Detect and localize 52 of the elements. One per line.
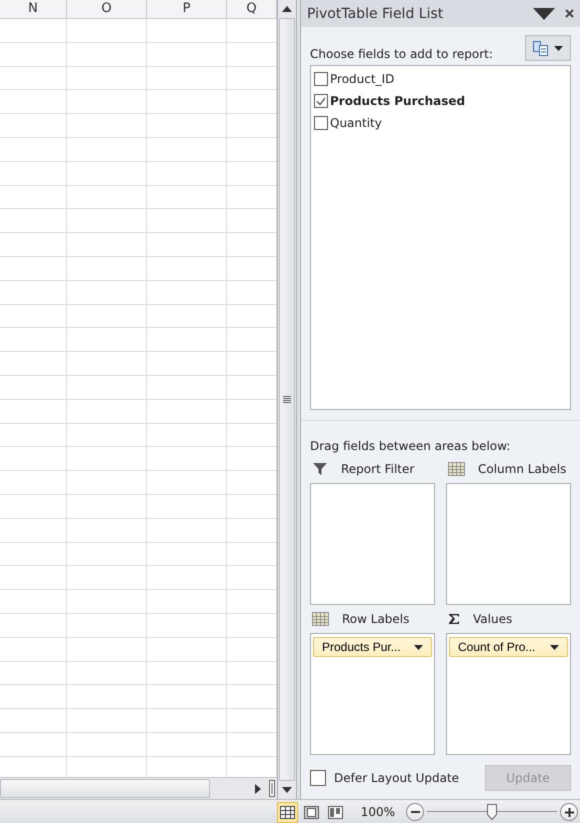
scroll-down-icon[interactable] [282, 787, 292, 793]
minus-icon [410, 811, 420, 813]
area-label: Column Labels [478, 462, 566, 476]
zoom-slider[interactable] [427, 803, 557, 821]
checkbox[interactable] [314, 72, 328, 86]
sigma-icon [448, 613, 460, 625]
scroll-right-icon[interactable] [255, 784, 261, 794]
split-handle-icon[interactable] [269, 780, 275, 797]
caret-icon [550, 644, 559, 650]
view-button[interactable] [276, 802, 298, 822]
layout-button[interactable] [525, 35, 571, 61]
check-icon [316, 96, 326, 106]
zoom-in-button[interactable] [560, 803, 578, 821]
grip-icon [283, 396, 291, 403]
caret-icon [414, 644, 423, 650]
drop-area[interactable]: Count of Pro... [446, 633, 571, 755]
field-name[interactable]: Quantity [330, 116, 382, 130]
fields-prompt: Choose fields to add to report: [310, 47, 494, 61]
area-label: Report Filter [341, 462, 414, 476]
plus-icon [564, 808, 574, 816]
area-label: Values [473, 612, 512, 626]
field-chip[interactable]: Count of Pro... [449, 637, 568, 657]
slider-thumb[interactable] [487, 804, 497, 820]
page-break-icon [328, 806, 343, 818]
filter-icon [312, 462, 328, 476]
scroll-thumb[interactable] [279, 18, 295, 781]
checkbox[interactable] [310, 770, 326, 786]
checkbox-label[interactable]: Defer Layout Update [334, 771, 477, 785]
areas-prompt: Drag fields between areas below: [309, 438, 512, 455]
checkbox[interactable] [314, 94, 328, 108]
drop-area[interactable]: Products Pur... [310, 633, 435, 755]
column-header[interactable]: N [0, 0, 67, 18]
field-chip[interactable]: Products Pur... [313, 637, 432, 657]
scroll-up-icon[interactable] [282, 6, 292, 12]
column-header[interactable]: P [147, 0, 227, 18]
dropdown-icon[interactable] [533, 8, 555, 20]
normal-view-icon [280, 806, 295, 818]
field-name[interactable]: Product_ID [330, 72, 394, 86]
grid-icon [448, 462, 465, 476]
column-header[interactable]: O [67, 0, 147, 18]
page-layout-icon [304, 806, 319, 818]
pane-title: PivotTable Field List [307, 6, 444, 22]
grid-icon [312, 612, 329, 626]
zoom-out-button[interactable] [406, 803, 424, 821]
field-name[interactable]: Products Purchased [330, 94, 466, 108]
scroll-thumb[interactable] [0, 779, 210, 798]
layout-icon [533, 40, 548, 56]
area-label: Row Labels [342, 612, 410, 626]
zoom-level[interactable]: 100% [360, 805, 395, 819]
checkbox[interactable] [314, 116, 328, 130]
caret-icon [554, 46, 563, 50]
close-icon[interactable] [565, 9, 574, 18]
